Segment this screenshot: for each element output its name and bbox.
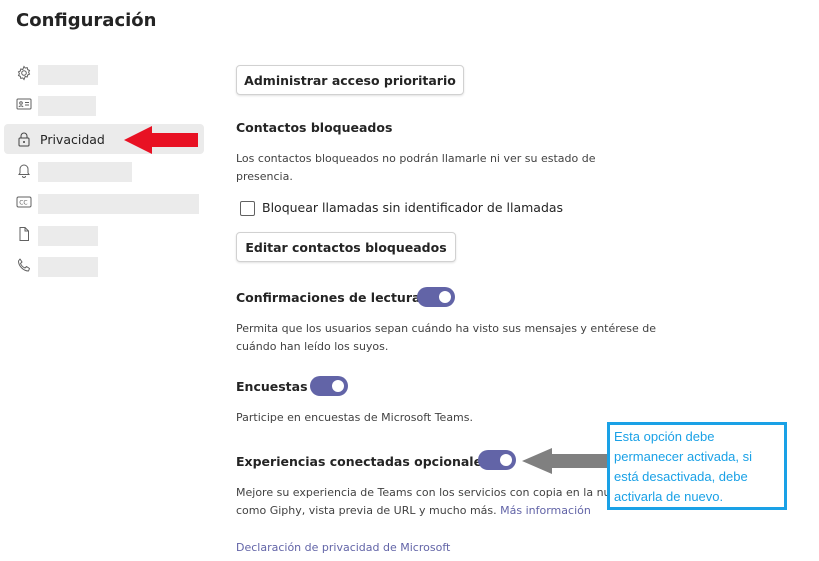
surveys-toggle[interactable] (310, 376, 348, 396)
sidebar-item-general[interactable] (16, 65, 32, 85)
privacy-statement-link[interactable]: Declaración de privacidad de Microsoft (236, 539, 450, 557)
read-receipts-description: Permita que los usuarios sepan cuándo ha… (236, 322, 657, 353)
optional-experiences-heading: Experiencias conectadas opcionales (236, 454, 490, 469)
contact-card-icon (16, 96, 32, 116)
block-anonymous-calls-checkbox[interactable] (240, 201, 255, 216)
optional-experiences-toggle[interactable] (478, 450, 516, 470)
sidebar-label-redacted (38, 65, 98, 85)
gear-icon (16, 65, 32, 85)
sidebar-item-captions[interactable]: CC (16, 194, 32, 214)
sidebar-label-redacted (38, 162, 132, 182)
read-receipts-heading: Confirmaciones de lectura (236, 290, 421, 305)
block-anonymous-calls-label[interactable]: Bloquear llamadas sin identificador de l… (262, 200, 563, 215)
bell-icon (16, 162, 32, 182)
sidebar-item-accounts[interactable] (16, 96, 32, 116)
optional-experiences-description: Mejore su experiencia de Teams con los s… (236, 486, 625, 517)
more-info-link[interactable]: Más información (500, 504, 591, 517)
sidebar-item-notifications[interactable] (16, 162, 32, 182)
phone-icon (16, 257, 32, 277)
file-icon (16, 226, 32, 246)
sidebar-label-redacted (38, 257, 98, 277)
blocked-contacts-heading: Contactos bloqueados (236, 120, 393, 135)
surveys-description: Participe en encuestas de Microsoft Team… (236, 411, 473, 424)
page-title: Configuración (16, 10, 157, 31)
callout-annotation: Esta opción debe permanecer activada, si… (607, 422, 787, 510)
blocked-contacts-description: Los contactos bloqueados no podrán llama… (236, 152, 596, 183)
sidebar-label-redacted (38, 96, 96, 116)
red-arrow-annotation (124, 126, 198, 154)
closed-captions-icon: CC (16, 194, 32, 214)
read-receipts-toggle[interactable] (417, 287, 455, 307)
gray-arrow-annotation (522, 448, 610, 474)
surveys-heading: Encuestas (236, 379, 308, 394)
sidebar-item-label: Privacidad (40, 132, 105, 147)
sidebar-item-calls[interactable] (16, 257, 32, 277)
manage-priority-access-button[interactable]: Administrar acceso prioritario (236, 65, 464, 95)
edit-blocked-contacts-button[interactable]: Editar contactos bloqueados (236, 232, 456, 262)
sidebar-item-files[interactable] (16, 226, 32, 246)
sidebar-label-redacted (38, 194, 199, 214)
sidebar-label-redacted (38, 226, 98, 246)
svg-text:CC: CC (19, 200, 27, 207)
